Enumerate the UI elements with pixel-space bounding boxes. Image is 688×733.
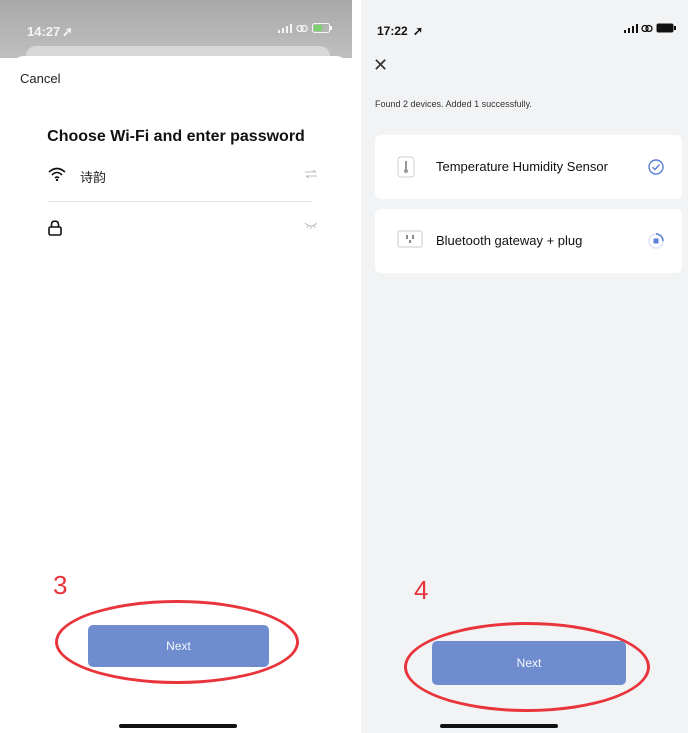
- device-card[interactable]: Temperature Humidity Sensor: [375, 135, 682, 199]
- right-phone-screen: 17:22 ➚ ✕ Found 2 devices. Added 1 succe…: [361, 0, 688, 733]
- step-number-annotation: 3: [53, 570, 68, 600]
- link-icon: [296, 24, 308, 32]
- status-time: 17:22: [377, 24, 408, 38]
- device-name: Temperature Humidity Sensor: [436, 159, 608, 174]
- lock-icon: [48, 220, 62, 236]
- close-icon[interactable]: ✕: [373, 55, 388, 76]
- added-check-icon: [648, 159, 664, 175]
- location-arrow-icon: ➚: [62, 24, 73, 39]
- found-devices-message: Found 2 devices. Added 1 successfully.: [375, 99, 532, 109]
- location-arrow-icon: ➚: [413, 24, 424, 38]
- battery-icon: [656, 23, 676, 33]
- step-number-annotation: 4: [414, 575, 429, 605]
- password-field[interactable]: [48, 216, 318, 244]
- cancel-button[interactable]: Cancel: [20, 71, 60, 86]
- status-time: 14:27: [27, 24, 61, 39]
- signal-icon: [624, 23, 638, 33]
- switch-network-icon[interactable]: [304, 169, 318, 179]
- device-card[interactable]: Bluetooth gateway + plug: [375, 209, 682, 273]
- loading-spinner-icon: [648, 233, 664, 249]
- wifi-network-field[interactable]: 诗韵: [48, 163, 318, 191]
- status-icons: [624, 23, 676, 33]
- status-icons: [278, 23, 332, 33]
- link-icon: [641, 24, 653, 32]
- signal-icon: [278, 23, 292, 33]
- device-name: Bluetooth gateway + plug: [436, 233, 583, 248]
- left-phone-screen: 14:27 ➚ Cancel Choose Wi-Fi and enter pa…: [0, 0, 352, 733]
- next-button[interactable]: Next: [432, 641, 626, 685]
- hidden-eye-icon[interactable]: [304, 222, 318, 230]
- thermometer-icon: [397, 156, 415, 178]
- next-button[interactable]: Next: [88, 625, 269, 667]
- wifi-icon: [48, 167, 66, 181]
- field-divider: [48, 201, 312, 202]
- wifi-name: 诗韵: [80, 170, 107, 185]
- page-title: Choose Wi-Fi and enter password: [47, 128, 305, 145]
- battery-icon: [312, 23, 332, 33]
- plug-icon: [397, 230, 423, 248]
- home-indicator: [119, 724, 237, 728]
- home-indicator: [440, 724, 558, 728]
